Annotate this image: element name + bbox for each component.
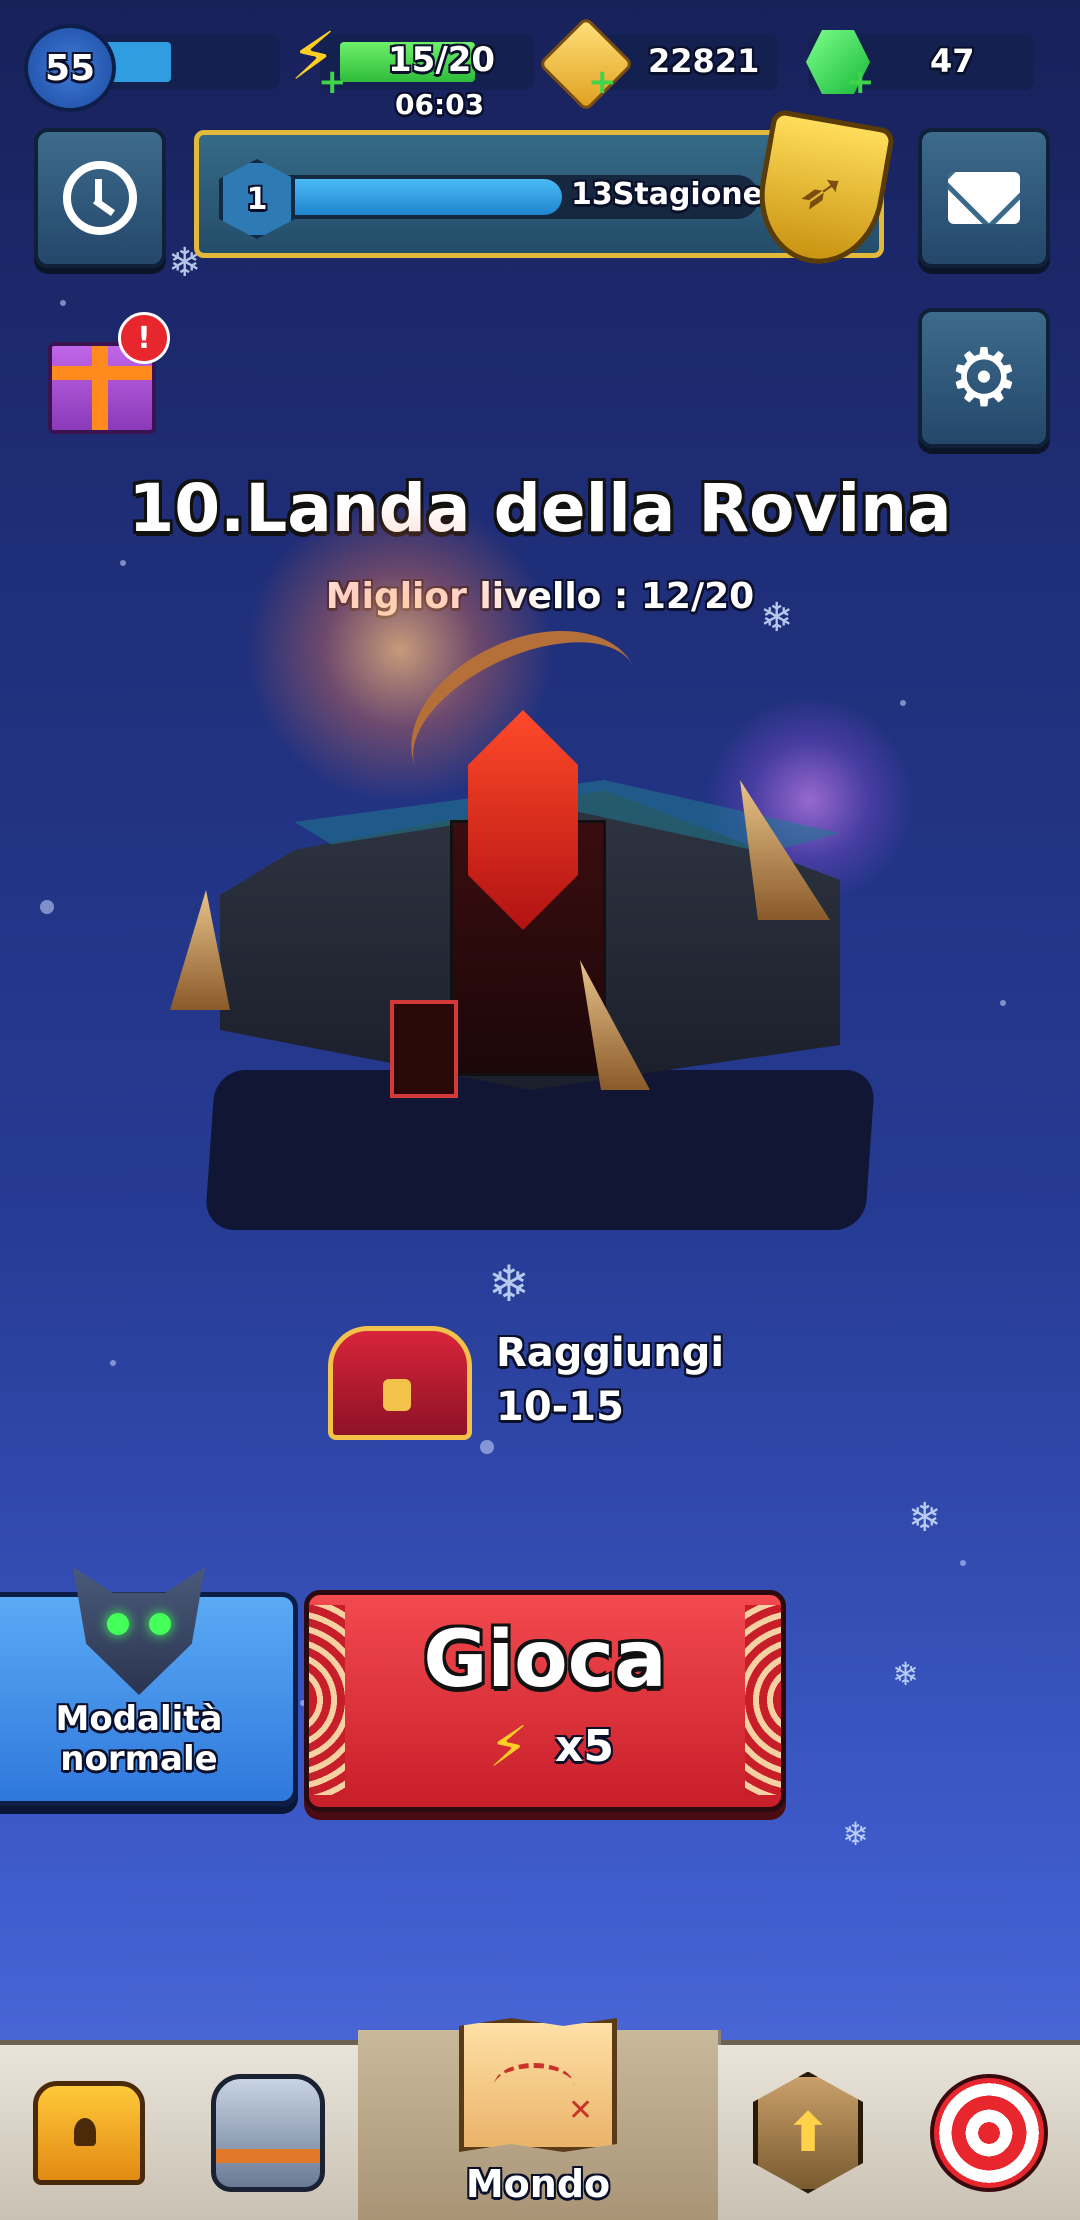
chest-icon bbox=[33, 2080, 145, 2185]
gold-add-icon[interactable]: + bbox=[588, 62, 617, 102]
gear-icon: ⚙ bbox=[948, 331, 1020, 424]
nav-world-tab[interactable]: ✕ Mondo bbox=[358, 2018, 721, 2220]
stage-title: 10.Landa della Rovina bbox=[128, 470, 952, 547]
demon-mask-icon bbox=[73, 1567, 205, 1695]
nav-chest-tab[interactable] bbox=[0, 2045, 181, 2220]
mode-button-line2: normale bbox=[60, 1739, 218, 1779]
nav-target-tab[interactable] bbox=[898, 2045, 1080, 2220]
target-icon bbox=[930, 2073, 1048, 2192]
energy-bar[interactable]: 15/20 bbox=[320, 34, 534, 90]
mode-button-line1: Modalità bbox=[55, 1699, 223, 1739]
armor-icon bbox=[211, 2073, 325, 2192]
mail-button[interactable] bbox=[918, 128, 1050, 268]
settings-button[interactable]: ⚙ bbox=[918, 308, 1050, 448]
season-tier-badge: 1 bbox=[219, 159, 295, 239]
fortress-illustration[interactable] bbox=[170, 596, 880, 1250]
season-label: 13Stagione bbox=[571, 177, 764, 212]
energy-timer: 06:03 bbox=[395, 88, 485, 121]
season-tier: 1 bbox=[246, 181, 268, 217]
gems-add-icon[interactable]: + bbox=[846, 62, 875, 102]
nav-world-label: Mondo bbox=[465, 2162, 611, 2206]
energy-value: 15/20 bbox=[388, 40, 496, 80]
reward-label: Raggiungi bbox=[496, 1330, 725, 1376]
mode-button[interactable]: Modalità normale bbox=[0, 1567, 298, 1806]
play-button-cost: x5 bbox=[555, 1721, 614, 1772]
play-button-label: Gioca bbox=[423, 1615, 667, 1705]
alert-badge-icon: ! bbox=[118, 312, 170, 364]
snowflake-icon: ❄ bbox=[892, 1655, 919, 1693]
nav-armor-tab[interactable] bbox=[178, 2045, 361, 2220]
energy-cost-icon: ⚡ bbox=[489, 1715, 529, 1780]
history-button[interactable] bbox=[34, 128, 166, 268]
snowflake-icon: ❄ bbox=[488, 1255, 530, 1313]
player-level: 55 bbox=[44, 47, 96, 89]
reward-chest-icon bbox=[328, 1326, 472, 1440]
gold-value: 22821 bbox=[648, 42, 760, 80]
reward-range: 10-15 bbox=[496, 1384, 624, 1430]
energy-add-icon[interactable]: + bbox=[318, 62, 347, 102]
history-clock-icon bbox=[63, 161, 137, 235]
play-button[interactable]: Gioca ⚡ x5 bbox=[304, 1590, 786, 1812]
map-icon: ✕ bbox=[459, 2018, 617, 2152]
envelope-icon bbox=[948, 172, 1020, 224]
nav-upgrade-tab[interactable]: ⬆ bbox=[718, 2045, 901, 2220]
gold-coin-icon bbox=[537, 15, 635, 113]
gift-button[interactable]: ! bbox=[44, 312, 170, 434]
snowflake-icon: ❄ bbox=[908, 1495, 942, 1541]
snowflake-icon: ❄ bbox=[842, 1815, 869, 1853]
player-level-badge[interactable]: 55 bbox=[24, 24, 116, 112]
upgrade-icon: ⬆ bbox=[753, 2071, 863, 2194]
gems-value: 47 bbox=[930, 42, 975, 80]
